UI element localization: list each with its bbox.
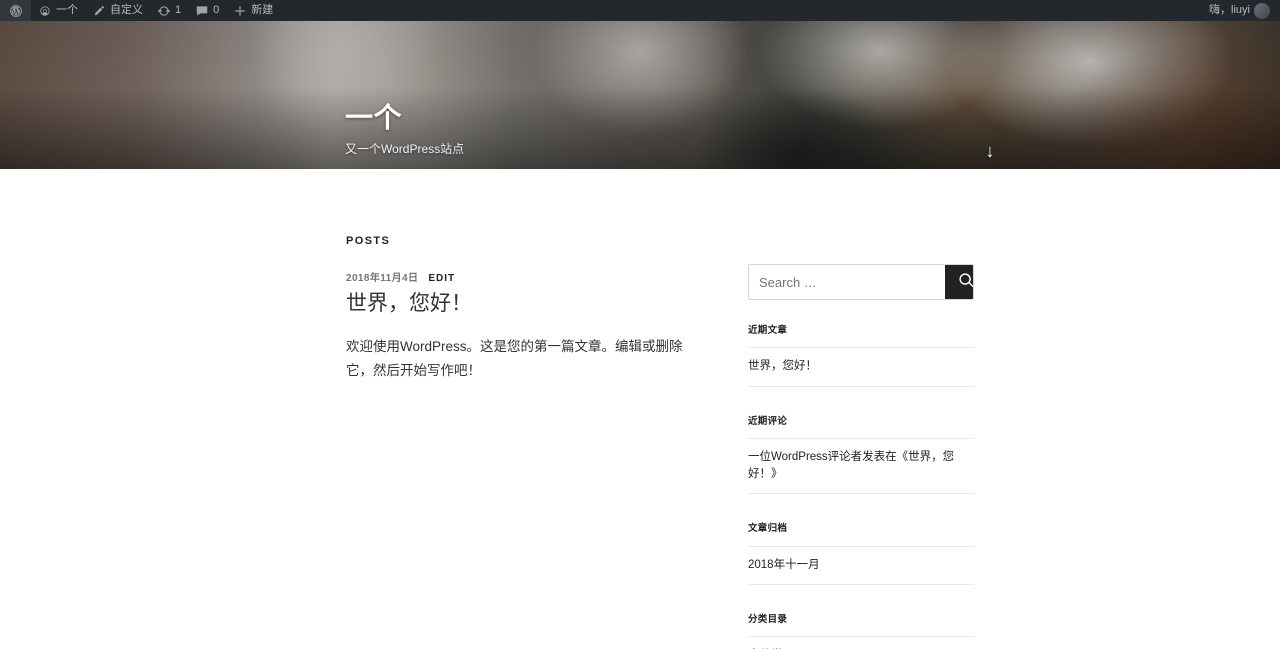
widget-recent-posts-list: 世界，您好！ — [748, 347, 974, 387]
page-header: POSTS — [346, 235, 390, 247]
widget-archives-list: 2018年十一月 — [748, 545, 974, 585]
sidebar-widget-area: 近期文章 世界，您好！ 近期评论 一位WordPress评论者发表在《世界，您好… — [748, 264, 974, 649]
wordpress-logo-button[interactable] — [0, 0, 31, 21]
widget-recent-comments-list: 一位WordPress评论者发表在《世界，您好！》 — [748, 437, 974, 495]
arrow-down-icon[interactable]: ↓ — [980, 139, 1000, 163]
widget-recent-posts-title: 近期文章 — [748, 325, 788, 336]
widget-categories-list: 未分类 — [748, 636, 974, 649]
recent-comment-entry[interactable]: 一位WordPress评论者发表在《世界，您好！》 — [748, 451, 954, 480]
adminbar-comments[interactable]: 0 — [188, 0, 226, 21]
post-edit-link[interactable]: EDIT — [428, 273, 455, 284]
page-title: POSTS — [346, 235, 391, 247]
post-article: 2018年11月4日 EDIT 世界，您好！ 欢迎使用WordPress。这是您… — [346, 269, 708, 382]
adminbar-site-name[interactable]: 一个 — [31, 0, 85, 21]
site-title[interactable]: 一个 — [345, 102, 765, 134]
post-content: 欢迎使用WordPress。这是您的第一篇文章。编辑或删除它，然后开始写作吧！ — [346, 335, 708, 381]
adminbar-customize-label: 自定义 — [110, 4, 143, 16]
list-item: 一位WordPress评论者发表在《世界，您好！》 — [748, 439, 974, 495]
list-item: 未分类 — [748, 637, 974, 649]
dashboard-home-icon — [38, 4, 52, 18]
list-item: 2018年十一月 — [748, 547, 974, 585]
updates-icon — [157, 4, 171, 18]
post-date[interactable]: 2018年11月4日 — [346, 269, 418, 284]
search-input[interactable] — [749, 265, 945, 299]
post-title: 世界，您好！ — [346, 290, 708, 317]
post-content-paragraph: 欢迎使用WordPress。这是您的第一篇文章。编辑或删除它，然后开始写作吧！ — [346, 339, 683, 378]
adminbar-updates-count: 1 — [175, 4, 182, 16]
search-icon — [958, 272, 973, 292]
widget-search — [748, 264, 974, 300]
wordpress-logo-icon — [9, 4, 23, 18]
recent-post-link[interactable]: 世界，您好！ — [748, 360, 817, 372]
plus-icon — [233, 4, 247, 18]
search-submit-button[interactable] — [945, 265, 973, 299]
widget-archives: 文章归档 2018年十一月 — [748, 522, 974, 585]
post-title-link[interactable]: 世界，您好！ — [346, 292, 472, 315]
admin-bar-spacer — [280, 0, 1202, 21]
archive-link[interactable]: 2018年十一月 — [748, 559, 820, 571]
list-item: 世界，您好！ — [748, 348, 974, 387]
site-branding: 一个 又一个WordPress站点 — [345, 102, 765, 156]
site-description: 又一个WordPress站点 — [345, 141, 465, 156]
widget-categories: 分类目录 未分类 — [748, 613, 974, 649]
adminbar-site-name-label: 一个 — [56, 4, 78, 16]
widget-recent-comments-title: 近期评论 — [748, 415, 788, 427]
widget-recent-posts: 近期文章 世界，您好！ — [748, 324, 974, 387]
pencil-icon — [92, 4, 106, 18]
site-header: 一个 又一个WordPress站点 ↓ — [0, 21, 1280, 169]
widget-archives-title: 文章归档 — [748, 523, 788, 535]
entry-meta: 2018年11月4日 EDIT — [346, 269, 708, 284]
primary-content-area: 2018年11月4日 EDIT 世界，您好！ 欢迎使用WordPress。这是您… — [346, 269, 708, 382]
adminbar-customize[interactable]: 自定义 — [85, 0, 150, 21]
adminbar-new-content[interactable]: 新建 — [226, 0, 280, 21]
widget-recent-comments: 近期评论 一位WordPress评论者发表在《世界，您好！》 — [748, 415, 974, 495]
comment-bubble-icon — [195, 4, 209, 18]
adminbar-new-content-label: 新建 — [251, 4, 274, 16]
search-form — [748, 264, 974, 300]
adminbar-comments-count: 0 — [213, 4, 220, 16]
admin-bar: 一个 自定义 1 0 新建 嗨，liuyi — [0, 0, 1280, 21]
adminbar-greeting-label: 嗨，liuyi — [1209, 4, 1250, 16]
widget-categories-title: 分类目录 — [748, 613, 788, 625]
adminbar-updates[interactable]: 1 — [150, 0, 188, 21]
adminbar-my-account[interactable]: 嗨，liuyi — [1202, 0, 1280, 21]
user-avatar — [1254, 2, 1270, 19]
